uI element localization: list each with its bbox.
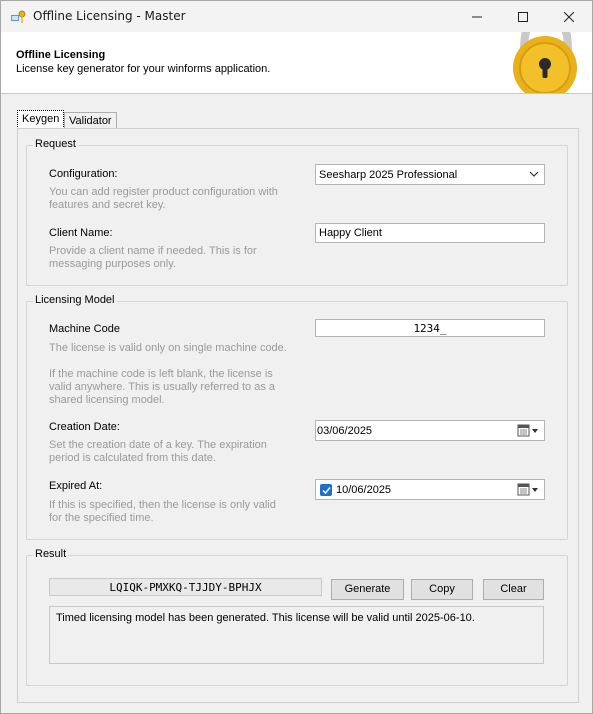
- creation-date-description: Set the creation date of a key. The expi…: [49, 439, 267, 464]
- calendar-icon: [517, 483, 538, 496]
- window-title: Offline Licensing - Master: [33, 9, 186, 23]
- creation-date-label: Creation Date:: [49, 421, 120, 433]
- request-group-label: Request: [33, 138, 78, 150]
- tab-validator[interactable]: Validator: [64, 112, 117, 129]
- close-button[interactable]: [546, 1, 592, 32]
- machine-code-label: Machine Code: [49, 323, 120, 335]
- configuration-selected: Seesharp 2025 Professional: [319, 169, 458, 181]
- calendar-dropdown-button[interactable]: [517, 483, 541, 497]
- expired-at-picker[interactable]: 10/06/2025: [315, 479, 545, 500]
- close-icon: [564, 11, 574, 22]
- configuration-label: Configuration:: [49, 168, 118, 180]
- creation-date-value: 03/06/2025: [317, 425, 373, 437]
- client-name-label: Client Name:: [49, 227, 113, 239]
- expired-at-label: Expired At:: [49, 480, 103, 492]
- expired-at-checkbox[interactable]: [320, 484, 332, 496]
- title-bar[interactable]: Offline Licensing - Master: [1, 1, 592, 32]
- clear-button[interactable]: Clear: [483, 579, 544, 600]
- maximize-button[interactable]: [500, 1, 546, 32]
- keygen-tab-panel: Request Configuration: You can add regis…: [17, 128, 579, 703]
- maximize-icon: [518, 11, 528, 22]
- machine-code-description: The license is valid only on single mach…: [49, 342, 287, 354]
- machine-code-description-shared: If the machine code is left blank, the l…: [49, 368, 276, 406]
- result-message-box[interactable]: Timed licensing model has been generated…: [49, 606, 544, 664]
- checkmark-icon: [321, 486, 331, 494]
- copy-button[interactable]: Copy: [411, 579, 473, 600]
- creation-date-picker[interactable]: 03/06/2025: [315, 420, 545, 441]
- key-app-icon: [11, 10, 26, 23]
- client-name-description: Provide a client name if needed. This is…: [49, 245, 257, 270]
- calendar-icon: [517, 424, 538, 437]
- chevron-down-icon: [529, 171, 539, 177]
- minimize-button[interactable]: [454, 1, 500, 32]
- calendar-dropdown-button[interactable]: [517, 424, 541, 438]
- generate-button[interactable]: Generate: [331, 579, 404, 600]
- app-window: Offline Licensing - Master Offline Licen…: [0, 0, 593, 714]
- machine-code-input[interactable]: 1234_: [315, 319, 545, 337]
- expired-at-value: 10/06/2025: [336, 484, 392, 496]
- request-group: Request Configuration: You can add regis…: [26, 138, 568, 286]
- expired-at-description: If this is specified, then the license i…: [49, 499, 276, 524]
- minimize-icon: [472, 16, 482, 17]
- padlock-icon: [513, 32, 577, 93]
- license-key-field[interactable]: LQIQK-PMXKQ-TJJDY-BPHJX: [49, 578, 322, 596]
- licensing-model-group: Licensing Model Machine Code The license…: [26, 294, 568, 540]
- header-banner: Offline Licensing License key generator …: [1, 32, 592, 94]
- result-group-label: Result: [33, 548, 69, 560]
- header-subtitle: License key generator for your winforms …: [16, 63, 271, 75]
- header-title: Offline Licensing: [16, 49, 106, 61]
- licensing-model-group-label: Licensing Model: [33, 294, 117, 306]
- configuration-dropdown[interactable]: Seesharp 2025 Professional: [315, 164, 545, 185]
- client-name-input[interactable]: Happy Client: [315, 223, 545, 243]
- result-group: Result LQIQK-PMXKQ-TJJDY-BPHJX Generate …: [26, 548, 568, 686]
- configuration-description: You can add register product configurati…: [49, 186, 278, 211]
- tab-keygen[interactable]: Keygen: [17, 110, 65, 129]
